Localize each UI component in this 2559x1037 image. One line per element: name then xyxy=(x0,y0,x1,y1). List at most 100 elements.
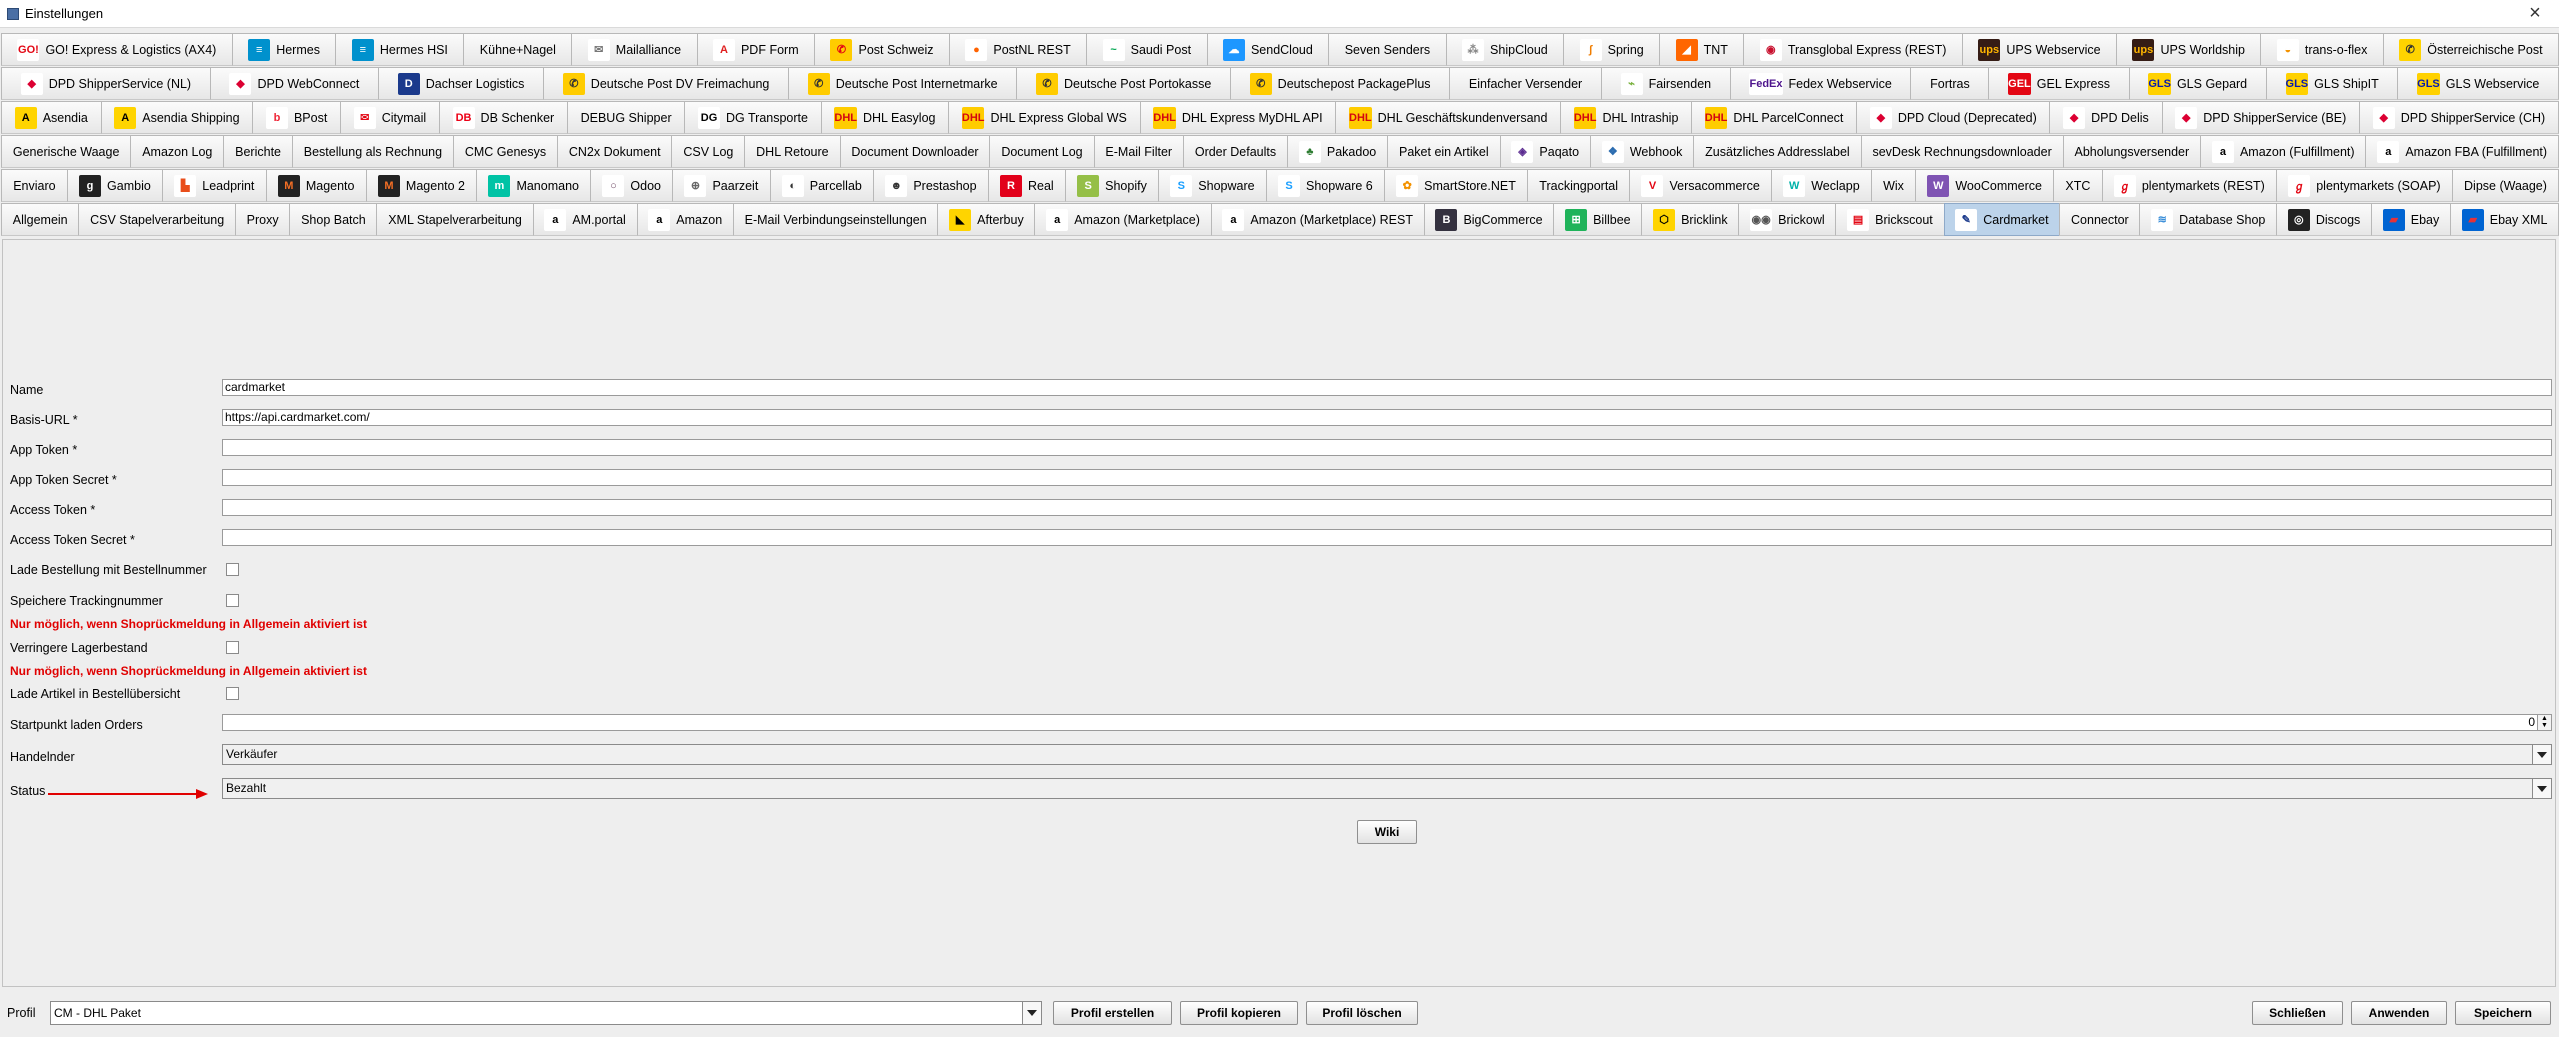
tab-plentymarkets-rest[interactable]: ℊ plentymarkets (REST) xyxy=(2101,169,2278,202)
tab-bpost[interactable]: b BPost xyxy=(252,101,342,134)
tab-shop-batch[interactable]: Shop Batch xyxy=(289,203,378,236)
tab-am-portal[interactable]: a AM.portal xyxy=(532,203,638,236)
tab-gambio[interactable]: g Gambio xyxy=(66,169,164,202)
tab-amazon-marketplace-rest[interactable]: a Amazon (Marketplace) REST xyxy=(1210,203,1425,236)
tab-dg-transporte[interactable]: DG DG Transporte xyxy=(684,101,822,134)
tab-sendcloud[interactable]: ☁ SendCloud xyxy=(1206,33,1330,66)
tab-plentymarkets-soap[interactable]: ℊ plentymarkets (SOAP) xyxy=(2276,169,2453,202)
tab-dpd-shipperservice-be[interactable]: ◆ DPD ShipperService (BE) xyxy=(2161,101,2361,134)
save-button[interactable]: Speichern xyxy=(2455,1001,2551,1025)
tab-deutsche-post-portokasse[interactable]: ✆ Deutsche Post Portokasse xyxy=(1016,67,1231,100)
tab-manomano[interactable]: m Manomano xyxy=(476,169,592,202)
tab-dhl-geschäftskundenversand[interactable]: DHL DHL Geschäftskundenversand xyxy=(1335,101,1562,134)
tab-amazon-log[interactable]: Amazon Log xyxy=(130,135,225,168)
tab-magento-2[interactable]: M Magento 2 xyxy=(365,169,478,202)
tab-e-mail-verbindungseinstellungen[interactable]: E-Mail Verbindungseinstellungen xyxy=(732,203,939,236)
tab-dpd-shipperservice-ch[interactable]: ◆ DPD ShipperService (CH) xyxy=(2359,101,2559,134)
tab-paarzeit[interactable]: ⊕ Paarzeit xyxy=(672,169,771,202)
tab-generische-waage[interactable]: Generische Waage xyxy=(1,135,132,168)
tab-enviaro[interactable]: Enviaro xyxy=(1,169,68,202)
tab-dhl-express-mydhl-api[interactable]: DHL DHL Express MyDHL API xyxy=(1139,101,1337,134)
tab-dipse-waage[interactable]: Dipse (Waage) xyxy=(2451,169,2559,202)
tab-ebay-xml[interactable]: ▰ Ebay XML xyxy=(2450,203,2559,236)
tab-österreichische-post[interactable]: ✆ Österreichische Post xyxy=(2382,33,2559,66)
tab-afterbuy[interactable]: ◣ Afterbuy xyxy=(937,203,1036,236)
tab-real[interactable]: R Real xyxy=(987,169,1066,202)
tab-bricklink[interactable]: ⬡ Bricklink xyxy=(1641,203,1740,236)
tab-shopware-6[interactable]: S Shopware 6 xyxy=(1265,169,1385,202)
tab-discogs[interactable]: ◎ Discogs xyxy=(2276,203,2373,236)
tab-citymail[interactable]: ✉ Citymail xyxy=(340,101,440,134)
tab-abholungsversender[interactable]: Abholungsversender xyxy=(2062,135,2202,168)
tab-leadprint[interactable]: ▙ Leadprint xyxy=(162,169,267,202)
tab-db-schenker[interactable]: DB DB Schenker xyxy=(438,101,568,134)
tab-gls-gepard[interactable]: GLS GLS Gepard xyxy=(2128,67,2267,100)
tab-allgemein[interactable]: Allgemein xyxy=(1,203,80,236)
close-window-icon[interactable]: × xyxy=(2521,2,2549,24)
tab-bigcommerce[interactable]: B BigCommerce xyxy=(1423,203,1555,236)
tab-ups-webservice[interactable]: ups UPS Webservice xyxy=(1961,33,2117,66)
tab-sevdesk-rechnungsdownloader[interactable]: sevDesk Rechnungsdownloader xyxy=(1860,135,2064,168)
status-select[interactable]: Bezahlt xyxy=(222,778,2552,799)
tab-weclapp[interactable]: W Weclapp xyxy=(1771,169,1872,202)
tab-trans-o-flex[interactable]: ◒ trans-o-flex xyxy=(2260,33,2384,66)
tab-document-log[interactable]: Document Log xyxy=(989,135,1095,168)
tab-deutsche-post-dv-freimachung[interactable]: ✆ Deutsche Post DV Freimachung xyxy=(543,67,790,100)
tab-xtc[interactable]: XTC xyxy=(2053,169,2103,202)
tab-fortras[interactable]: Fortras xyxy=(1910,67,1990,100)
tab-fedex-webservice[interactable]: FedEx Fedex Webservice xyxy=(1729,67,1912,100)
copy-profile-button[interactable]: Profil kopieren xyxy=(1180,1001,1298,1025)
tab-database-shop[interactable]: ≋ Database Shop xyxy=(2139,203,2278,236)
tab-gls-shipit[interactable]: GLS GLS ShipIT xyxy=(2265,67,2399,100)
tab-dhl-easylog[interactable]: DHL DHL Easylog xyxy=(820,101,950,134)
tab-document-downloader[interactable]: Document Downloader xyxy=(839,135,991,168)
tab-cn2x-dokument[interactable]: CN2x Dokument xyxy=(557,135,673,168)
app-token-input[interactable] xyxy=(222,439,2552,456)
tab-gel-express[interactable]: GEL GEL Express xyxy=(1988,67,2130,100)
tab-post-schweiz[interactable]: ✆ Post Schweiz xyxy=(814,33,950,66)
tab-e-mail-filter[interactable]: E-Mail Filter xyxy=(1093,135,1184,168)
tab-pdf-form[interactable]: A PDF Form xyxy=(696,33,816,66)
tab-csv-log[interactable]: CSV Log xyxy=(671,135,746,168)
tab-shopware[interactable]: S Shopware xyxy=(1158,169,1267,202)
base-url-input[interactable]: https://api.cardmarket.com/ xyxy=(222,409,2552,426)
tab-ups-worldship[interactable]: ups UPS Worldship xyxy=(2116,33,2262,66)
tab-transglobal-express-rest[interactable]: ◉ Transglobal Express (REST) xyxy=(1743,33,1963,66)
tab-magento[interactable]: M Magento xyxy=(265,169,367,202)
tab-odoo[interactable]: ○ Odoo xyxy=(590,169,674,202)
tab-postnl-rest[interactable]: ● PostNL REST xyxy=(948,33,1088,66)
tab-saudi-post[interactable]: ~ Saudi Post xyxy=(1086,33,1208,66)
tab-dpd-shipperservice-nl[interactable]: ◆ DPD ShipperService (NL) xyxy=(1,67,211,100)
chevron-down-icon[interactable] xyxy=(1022,1002,1041,1024)
tab-zusätzliches-addresslabel[interactable]: Zusätzliches Addresslabel xyxy=(1693,135,1862,168)
tab-paket-ein-artikel[interactable]: Paket ein Artikel xyxy=(1387,135,1501,168)
tab-smartstore-net[interactable]: ✿ SmartStore.NET xyxy=(1383,169,1529,202)
tab-gls-webservice[interactable]: GLS GLS Webservice xyxy=(2397,67,2559,100)
tab-dhl-express-global-ws[interactable]: DHL DHL Express Global WS xyxy=(948,101,1141,134)
tab-cmc-genesys[interactable]: CMC Genesys xyxy=(452,135,558,168)
tab-webhook[interactable]: ❖ Webhook xyxy=(1589,135,1695,168)
tab-proxy[interactable]: Proxy xyxy=(234,203,291,236)
name-input[interactable]: cardmarket xyxy=(222,379,2552,396)
profile-select[interactable]: CM - DHL Paket xyxy=(50,1001,1042,1025)
tab-pakadoo[interactable]: ♣ Pakadoo xyxy=(1287,135,1389,168)
tab-bestellung-als-rechnung[interactable]: Bestellung als Rechnung xyxy=(291,135,454,168)
reduce-stock-checkbox[interactable] xyxy=(226,641,239,654)
tab-cardmarket[interactable]: ✎ Cardmarket xyxy=(1943,203,2061,236)
tab-dpd-delis[interactable]: ◆ DPD Delis xyxy=(2049,101,2163,134)
tab-parcellab[interactable]: ◐ Parcellab xyxy=(769,169,875,202)
tab-debug-shipper[interactable]: DEBUG Shipper xyxy=(566,101,686,134)
tab-shopify[interactable]: S Shopify xyxy=(1064,169,1160,202)
tab-spring[interactable]: ʃ Spring xyxy=(1563,33,1661,66)
tab-berichte[interactable]: Berichte xyxy=(223,135,293,168)
tab-fairsenden[interactable]: ⌁ Fairsenden xyxy=(1600,67,1731,100)
tab-dpd-webconnect[interactable]: ◆ DPD WebConnect xyxy=(209,67,380,100)
tab-brickowl[interactable]: ◉◉ Brickowl xyxy=(1738,203,1837,236)
tab-tnt[interactable]: ◢ TNT xyxy=(1659,33,1745,66)
tab-dachser-logistics[interactable]: D Dachser Logistics xyxy=(378,67,545,100)
tab-ebay[interactable]: ▰ Ebay xyxy=(2371,203,2451,236)
tab-prestashop[interactable]: ☻ Prestashop xyxy=(873,169,989,202)
tab-woocommerce[interactable]: W WooCommerce xyxy=(1915,169,2055,202)
tab-dpd-cloud-deprecated[interactable]: ◆ DPD Cloud (Deprecated) xyxy=(1856,101,2051,134)
chevron-down-icon[interactable] xyxy=(2532,779,2551,798)
